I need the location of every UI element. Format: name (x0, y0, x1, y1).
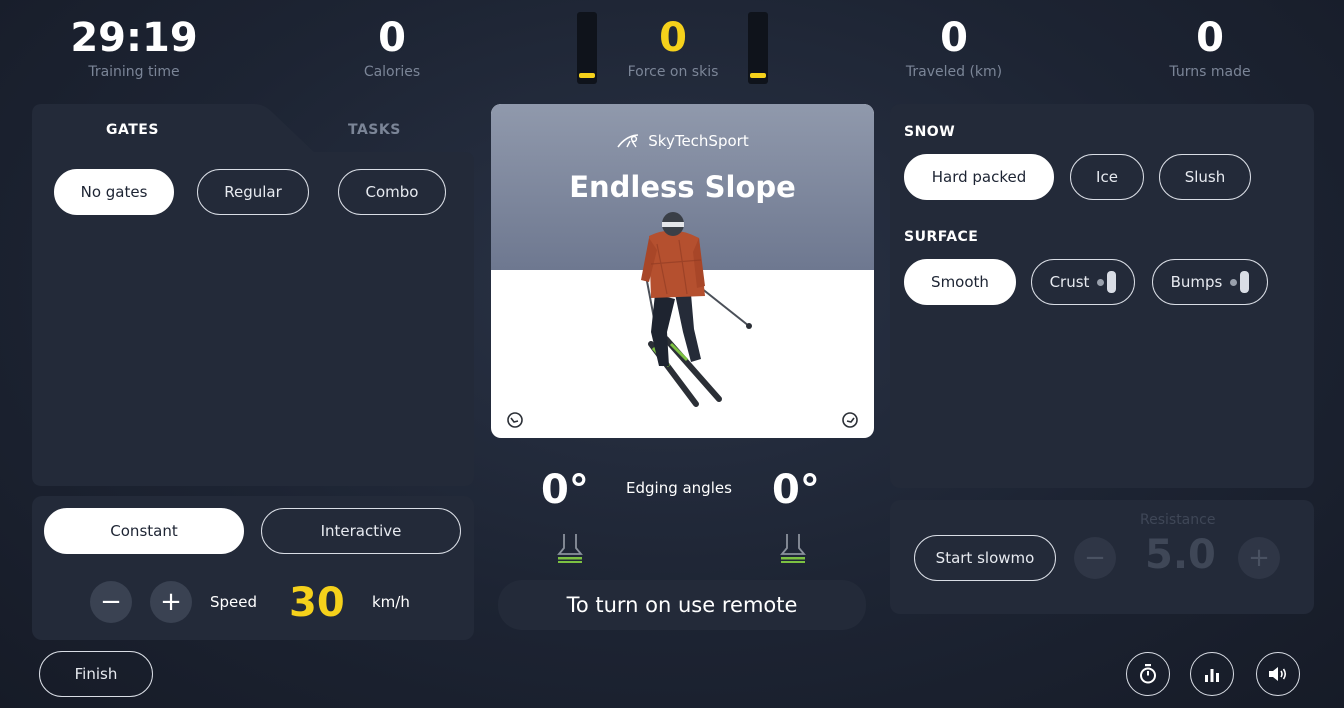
start-slowmo-button[interactable]: Start slowmo (914, 535, 1056, 581)
right-boot-icon (780, 534, 806, 563)
constant-mode-button[interactable]: Constant (44, 508, 244, 554)
speed-panel: Constant Interactive − + Speed 30 km/h (32, 496, 474, 640)
speed-label: Speed (210, 593, 258, 611)
snow-ice-button[interactable]: Ice (1070, 154, 1144, 200)
no-gates-button[interactable]: No gates (54, 169, 174, 215)
traveled-stat: 0 Traveled (km) (854, 14, 1054, 80)
sound-button[interactable] (1256, 652, 1300, 696)
finish-button[interactable]: Finish (39, 651, 153, 697)
traveled-value: 0 (940, 15, 968, 61)
speed-unit: km/h (372, 593, 410, 611)
left-boot-icon (557, 534, 583, 563)
snow-hard-packed-button[interactable]: Hard packed (904, 154, 1054, 200)
regular-gates-button[interactable]: Regular (197, 169, 309, 215)
crust-level-indicator (1097, 271, 1117, 293)
training-time-label: Training time (88, 64, 180, 80)
stopwatch-button[interactable] (1126, 652, 1170, 696)
surface-bumps-button[interactable]: Bumps (1152, 259, 1268, 305)
resistance-value: 5.0 (1145, 532, 1216, 578)
force-stat: 0 Force on skis (573, 14, 773, 80)
statistics-button[interactable] (1190, 652, 1234, 696)
rotate-right-icon[interactable] (840, 410, 860, 430)
speaker-icon (1269, 667, 1287, 681)
skier-figure (641, 212, 752, 407)
surface-title: SURFACE (904, 229, 979, 245)
speed-increase-button[interactable]: + (150, 581, 192, 623)
force-value: 0 (659, 15, 687, 61)
resistance-decrease-button[interactable]: − (1074, 537, 1116, 579)
calories-stat: 0 Calories (292, 14, 492, 80)
combo-gates-button[interactable]: Combo (338, 169, 446, 215)
force-label: Force on skis (627, 64, 719, 80)
turns-label: Turns made (1169, 64, 1251, 80)
remote-hint-bar: To turn on use remote (498, 580, 866, 630)
gates-tasks-panel: GATES TASKS No gates Regular Combo (32, 104, 474, 486)
snow-title: SNOW (904, 124, 956, 140)
resistance-label: Resistance (1140, 512, 1216, 528)
stopwatch-icon (1140, 664, 1156, 684)
calories-label: Calories (363, 64, 421, 80)
bar-chart-icon (1205, 669, 1219, 682)
tabs-panel-shape (32, 104, 474, 486)
traveled-label: Traveled (km) (905, 64, 1003, 80)
surface-crust-label: Crust (1049, 273, 1090, 291)
surface-smooth-button[interactable]: Smooth (904, 259, 1016, 305)
training-time-stat: 29:19 Training time (34, 14, 234, 80)
remote-hint-text: To turn on use remote (566, 593, 798, 617)
turns-value: 0 (1196, 15, 1224, 61)
slope-preview: SkyTechSport Endless Slope (491, 104, 874, 438)
resistance-panel: Start slowmo Resistance − 5.0 + (890, 500, 1314, 614)
edging-label: Edging angles (626, 479, 732, 497)
resistance-increase-button[interactable]: + (1238, 537, 1280, 579)
snow-slush-button[interactable]: Slush (1159, 154, 1251, 200)
rotate-left-icon[interactable] (505, 410, 525, 430)
conditions-panel: SNOW Hard packed Ice Slush SURFACE Smoot… (890, 104, 1314, 488)
edging-left-value: 0° (541, 467, 589, 513)
tab-tasks[interactable]: TASKS (348, 122, 401, 138)
speed-decrease-button[interactable]: − (90, 581, 132, 623)
tab-gates[interactable]: GATES (106, 122, 159, 138)
speed-value: 30 (289, 580, 345, 626)
calories-value: 0 (378, 15, 406, 61)
edging-right-value: 0° (772, 467, 820, 513)
bumps-level-indicator (1230, 271, 1250, 293)
turns-stat: 0 Turns made (1110, 14, 1310, 80)
surface-bumps-label: Bumps (1170, 273, 1223, 291)
interactive-mode-button[interactable]: Interactive (261, 508, 461, 554)
training-time-value: 29:19 (70, 15, 198, 61)
surface-crust-button[interactable]: Crust (1031, 259, 1135, 305)
